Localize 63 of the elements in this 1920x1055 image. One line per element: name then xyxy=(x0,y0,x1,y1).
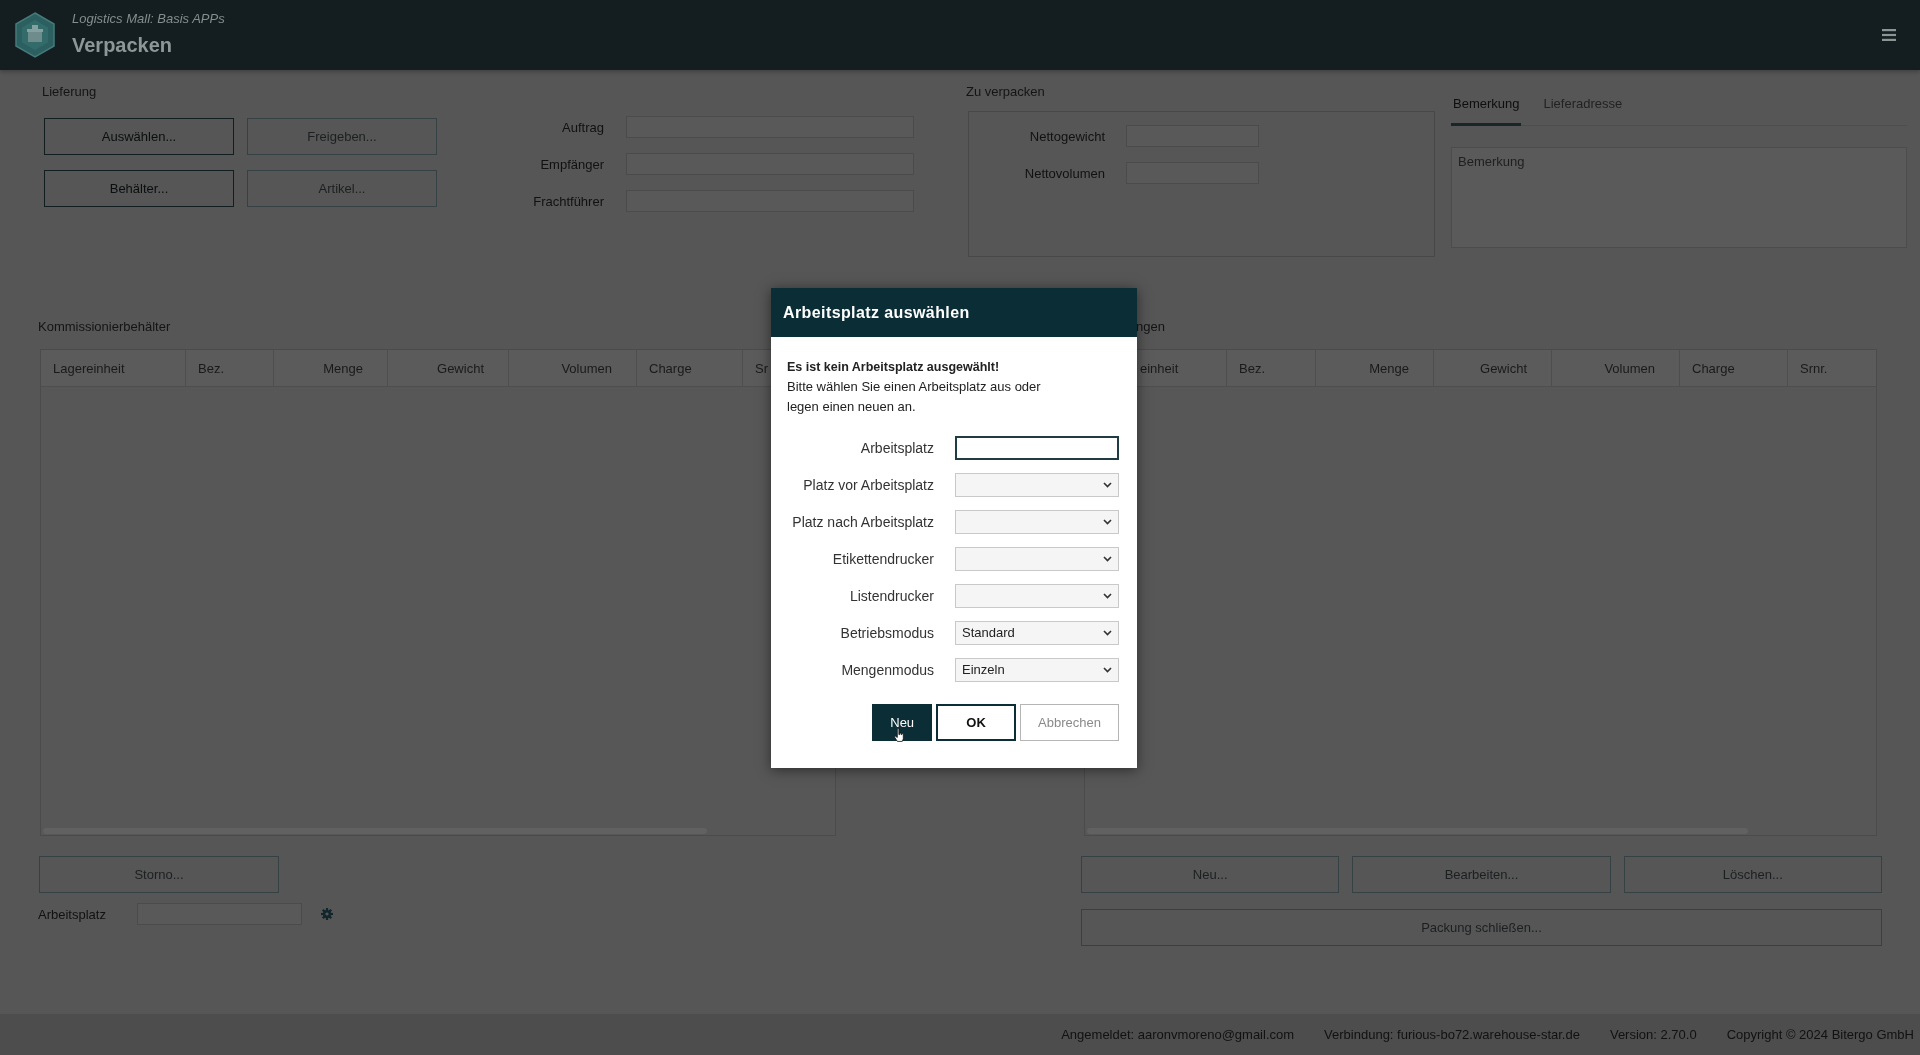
column-header: Gewicht xyxy=(1480,360,1527,376)
section-title: ngen xyxy=(1136,319,1165,335)
column-header: Charge xyxy=(1692,360,1735,376)
app-title: Verpacken xyxy=(72,33,173,56)
field-label: Mengenmodus xyxy=(841,661,934,678)
chevron-down-icon xyxy=(1103,555,1112,562)
dialog-button[interactable]: OK xyxy=(936,704,1017,741)
chevron-down-icon xyxy=(1103,518,1112,525)
column-header: Volumen xyxy=(1604,360,1655,376)
field-label: Empfänger xyxy=(540,156,604,172)
column-header: Gewicht xyxy=(437,360,484,376)
field-label: Arbeitsplatz xyxy=(860,439,934,456)
chevron-down-icon xyxy=(1103,666,1112,673)
remark-field[interactable]: Bemerkung xyxy=(1451,147,1907,248)
column-header: Bez. xyxy=(198,360,224,376)
column-header: Srnr. xyxy=(1800,360,1828,376)
chevron-down-icon xyxy=(1103,592,1112,599)
status-text: Copyright © 2024 Bitergo GmbH xyxy=(1726,1027,1914,1042)
column-header: Lagereinheit xyxy=(53,360,125,376)
tab[interactable]: Bemerkung xyxy=(1451,84,1522,126)
app-subtitle: Logistics Mall: Basis APPs xyxy=(72,10,225,26)
section-title: Zu verpacken xyxy=(966,84,1045,100)
dropdown-field[interactable] xyxy=(955,546,1119,571)
field-label: Etikettendrucker xyxy=(832,550,934,567)
hand-cursor-icon xyxy=(894,728,906,742)
message-text: Bitte wählen Sie einen Arbeitsplatz aus oder legen einen neuen an. xyxy=(787,378,1042,416)
dialog-button[interactable]: Neu xyxy=(872,704,933,741)
column-header: Menge xyxy=(1369,360,1409,376)
field-label: Frachtführer xyxy=(533,193,604,209)
field-label: Betriebsmodus xyxy=(840,624,934,641)
column-header: Bez. xyxy=(1239,360,1265,376)
field-label: Auftrag xyxy=(562,119,604,135)
dropdown-field[interactable]: Einzeln xyxy=(955,657,1119,682)
status-text: Version: 2.70.0 xyxy=(1609,1027,1697,1042)
dropdown-field[interactable]: Standard xyxy=(955,620,1119,645)
column-header: Sr xyxy=(755,360,768,376)
text-field[interactable] xyxy=(955,435,1119,460)
message-heading: Es ist kein Arbeitsplatz ausgewählt! xyxy=(787,359,1000,376)
chevron-down-icon xyxy=(1103,629,1112,636)
section-title: Kommissionierbehälter xyxy=(38,319,171,335)
action-button[interactable]: Auswählen... xyxy=(44,118,234,155)
hexagon-logo-icon xyxy=(15,12,55,58)
field-label: Listendrucker xyxy=(849,587,934,604)
field-label: Arbeitsplatz xyxy=(38,906,107,922)
field-label: Platz vor Arbeitsplatz xyxy=(803,476,934,493)
status-text: Angemeldet: aaronvmoreno@gmail.com xyxy=(1061,1027,1295,1042)
action-button[interactable]: Behälter... xyxy=(44,170,234,207)
column-header: einheit xyxy=(1140,360,1179,376)
column-header: Charge xyxy=(649,360,692,376)
gear-icon[interactable] xyxy=(321,908,333,920)
dialog-title: Arbeitsplatz auswählen xyxy=(783,303,970,322)
menu-icon[interactable] xyxy=(1882,29,1896,41)
status-text: Verbindung: furious-bo72.warehouse-star.de xyxy=(1324,1027,1580,1042)
dropdown-field[interactable] xyxy=(955,583,1119,608)
column-header: Menge xyxy=(323,360,363,376)
field-label: Nettogewicht xyxy=(1029,128,1105,144)
chevron-down-icon xyxy=(1103,481,1112,488)
dropdown-field[interactable] xyxy=(955,509,1119,534)
dropdown-field[interactable] xyxy=(955,472,1119,497)
section-title: Lieferung xyxy=(42,84,97,100)
column-header: Volumen xyxy=(561,360,612,376)
field-label: Platz nach Arbeitsplatz xyxy=(792,513,934,530)
field-label: Nettovolumen xyxy=(1024,165,1105,181)
